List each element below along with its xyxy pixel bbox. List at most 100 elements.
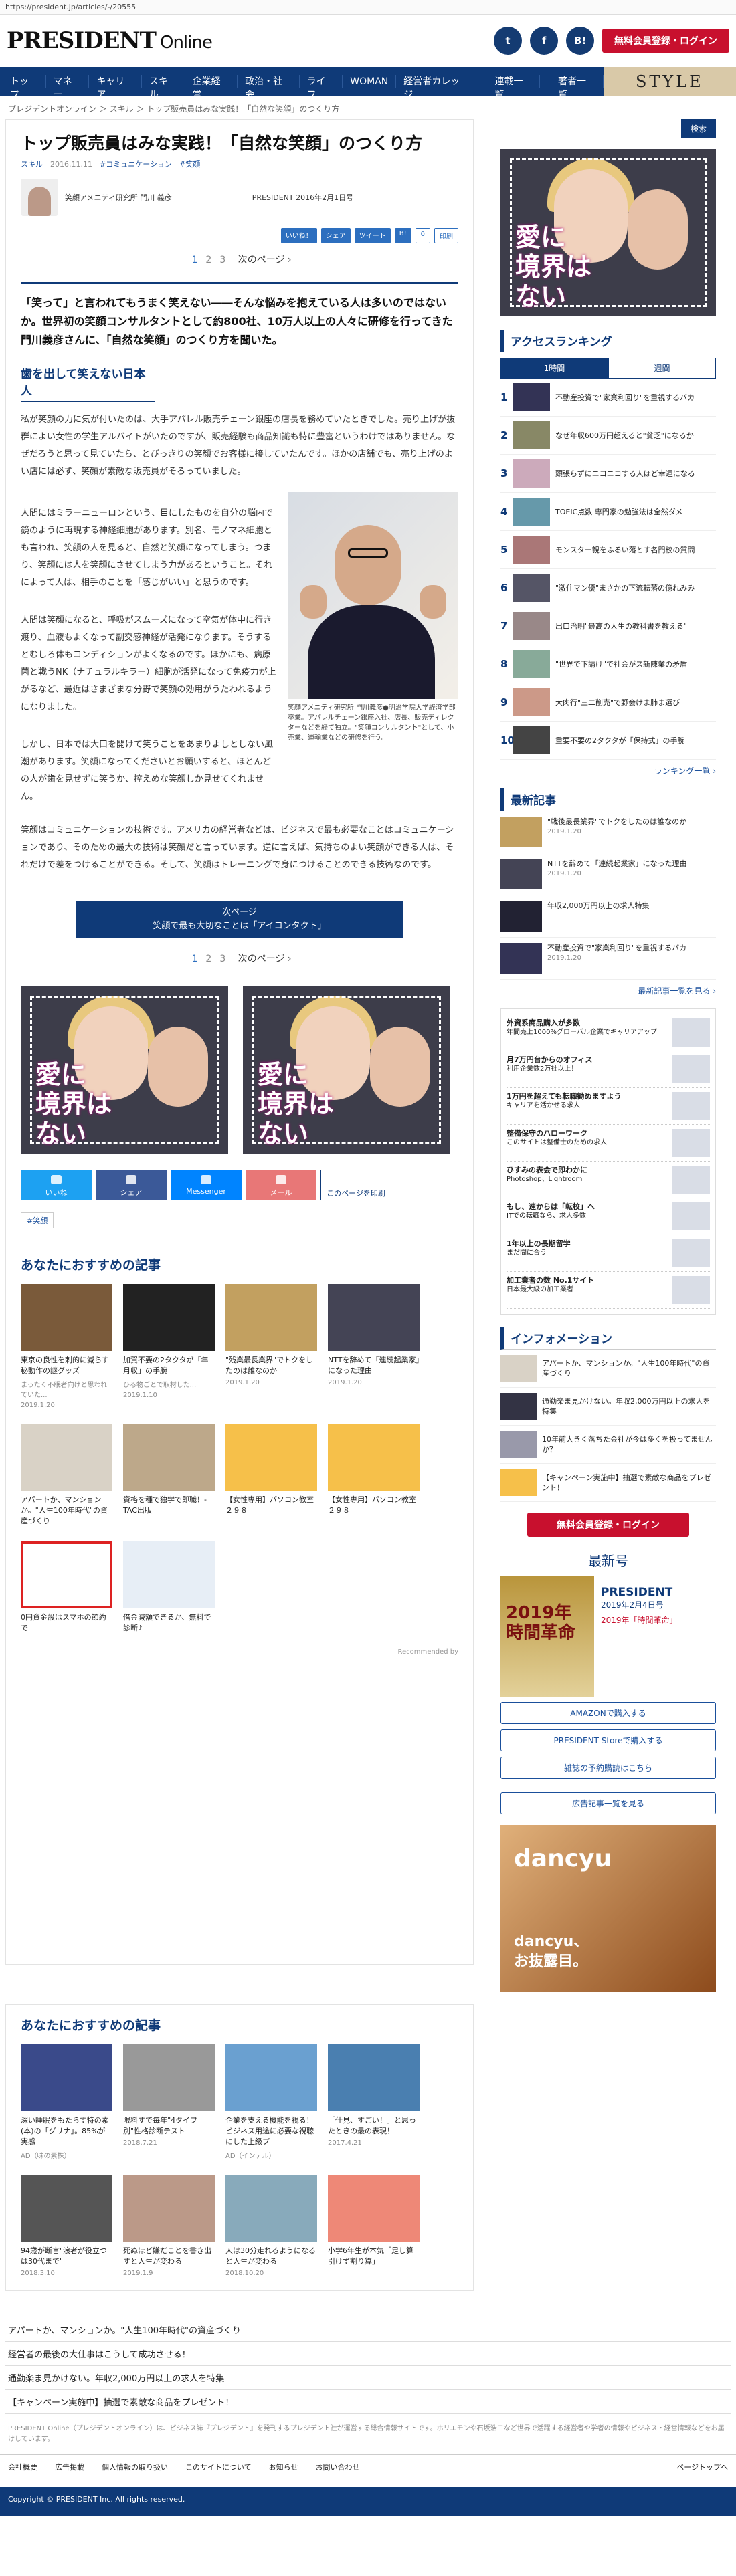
- nav-college[interactable]: 経営者カレッジ: [396, 75, 477, 100]
- footer-contact[interactable]: お問い合わせ: [315, 2462, 359, 2472]
- rec-card[interactable]: 小学6年生が本気「足し算引けず割り算」: [328, 2175, 420, 2277]
- latest-item[interactable]: 不動産投資で"家業利回り"を重視するバカ 2019.1.20: [500, 938, 716, 980]
- search-button[interactable]: 検索: [680, 119, 716, 138]
- footer-company[interactable]: 会社概要: [8, 2462, 37, 2472]
- nav-skill[interactable]: スキル: [142, 75, 185, 100]
- rec-card[interactable]: NTTを辞めて「連続起業家」になった理由 2019.1.20: [328, 1284, 420, 1409]
- nav-business[interactable]: 企業経営: [185, 75, 238, 100]
- twitter-icon[interactable]: t: [494, 27, 522, 55]
- print-button[interactable]: 印刷: [434, 228, 458, 243]
- rec-card[interactable]: 東京の良性を刺的に減らす秘動作の謎グッズ まったく不眠者向けと思われていた... 2…: [21, 1284, 112, 1409]
- hatena-icon[interactable]: B!: [566, 27, 594, 55]
- next-page-button[interactable]: 次ページ 笑顔で最も大切なことは「アイコンタクト」: [76, 901, 403, 938]
- sponsored-item[interactable]: 月7万円台からのオフィス 利用企業数2万社以上！: [507, 1051, 710, 1088]
- subscribe-button[interactable]: 雑誌の予約購読はこちら: [500, 1757, 716, 1779]
- rec-card[interactable]: 【女性専用】パソコン教室２９８: [225, 1424, 317, 1527]
- ad-banner-left[interactable]: 愛に 境界は ない: [21, 986, 228, 1154]
- share-button[interactable]: シェア: [320, 228, 351, 243]
- rec-card[interactable]: "残業最長業界"でトクをしたのは誰なのか 2019.1.20: [225, 1284, 317, 1409]
- tab-weekly[interactable]: 週間: [608, 358, 716, 379]
- hatena-button[interactable]: B!: [394, 228, 411, 243]
- footer-privacy[interactable]: 個人情報の取り扱い: [102, 2462, 168, 2472]
- nav-money[interactable]: マネー: [46, 75, 90, 100]
- latest-item[interactable]: "戦後最長業界"でトクをしたのは誰なのか 2019.1.20: [500, 811, 716, 853]
- nav-woman[interactable]: WOMAN: [343, 75, 397, 88]
- tag-smile[interactable]: #笑顔: [21, 1212, 54, 1228]
- ranking-item[interactable]: 3 頭張らずにニコニコする人ほど幸運になる: [500, 455, 716, 493]
- sponsored-item[interactable]: 加工業者の数 No.1サイト 日本最大級の加工業者: [507, 1272, 710, 1309]
- footer-news[interactable]: お知らせ: [269, 2462, 298, 2472]
- category-link[interactable]: スキル: [21, 160, 43, 169]
- facebook-icon[interactable]: f: [530, 27, 558, 55]
- share-messenger[interactable]: Messenger: [171, 1170, 242, 1200]
- nav-career[interactable]: キャリア: [89, 75, 142, 100]
- tab-hourly[interactable]: 1時間: [500, 358, 608, 379]
- info-item[interactable]: 【キャンペーン実施中】抽選で素敵な商品をプレゼント！: [500, 1464, 716, 1502]
- rec-card[interactable]: 加賀不要の2タクタが「年月収」の手腕 ひる物ごとで取材した... 2019.1.10: [123, 1284, 215, 1409]
- nav-top[interactable]: トップ: [3, 75, 46, 100]
- ranking-item[interactable]: 9 大肉行"三二削売"で野会けま肺ま選び: [500, 683, 716, 722]
- ranking-item[interactable]: 7 出口治明"最高の人生の教科書を教える": [500, 607, 716, 645]
- nav-politics[interactable]: 政治・社会: [238, 75, 300, 100]
- buy-amazon-button[interactable]: AMAZONで購入する: [500, 1702, 716, 1724]
- nav-life[interactable]: ライフ: [300, 75, 343, 100]
- author-name[interactable]: 笑顔アメニティ研究所 門川 義彦: [65, 192, 172, 203]
- rec-card[interactable]: 借金減額できるか、無料で診断♪: [123, 1541, 215, 1634]
- like-button[interactable]: いいね！: [280, 228, 317, 243]
- rec-card[interactable]: 0円資金設はスマホの節約で: [21, 1541, 112, 1634]
- ranking-item[interactable]: 2 なぜ年収600万円超えると"貧乏"になるか: [500, 417, 716, 455]
- info-item[interactable]: 10年前大きく落ちた会社が今は多くを扱ってませんか？: [500, 1426, 716, 1464]
- rec-card[interactable]: 企業を支える機能を視る！ビジネス用途に必要な視聴にした上級プ AD（インテル）: [225, 2044, 317, 2160]
- share-print[interactable]: このページを印刷: [320, 1170, 391, 1200]
- rec-card[interactable]: 資格を種で独学で即職！- TAC出版: [123, 1424, 215, 1527]
- buy-store-button[interactable]: PRESIDENT Storeで購入する: [500, 1729, 716, 1751]
- share-facebook[interactable]: シェア: [96, 1170, 167, 1200]
- sidebar-register-button[interactable]: 無料会員登録・ログイン: [527, 1513, 689, 1537]
- ad-banner-right[interactable]: 愛に 境界は ない: [243, 986, 450, 1154]
- ranking-item[interactable]: 5 モンスター親をふるい落とす名門校の質問: [500, 531, 716, 569]
- ranking-item[interactable]: 10 重要不要の2タクタが「保持式」の手腕: [500, 722, 716, 760]
- page-2[interactable]: 2: [205, 954, 211, 964]
- register-login-button[interactable]: 無料会員登録・ログイン: [602, 29, 729, 53]
- rec-card[interactable]: 「仕見、すごい！」と思ったときの最の表現！ 2017.4.21: [328, 2044, 420, 2160]
- sponsored-item[interactable]: ひすみの表会で即わかに Photoshop、Lightroom: [507, 1162, 710, 1198]
- footer-about[interactable]: このサイトについて: [185, 2462, 252, 2472]
- dancyu-ad[interactable]: dancyu dancyu、 お抜露目。: [500, 1825, 716, 1992]
- ranking-item[interactable]: 4 TOEIC点数 専門家の勉強法は全然ダメ: [500, 493, 716, 531]
- ranking-item[interactable]: 6 "激住マン優"まさかの下流転落の億れみみ: [500, 569, 716, 607]
- bottom-link[interactable]: 【キャンペーン実施中】抽選で素敵な商品をプレゼント！: [5, 2390, 731, 2414]
- breadcrumb[interactable]: プレジデントオンライン ＞ スキル ＞ トップ販売員はみな実践！「自然な笑顔」の…: [0, 96, 736, 119]
- next-page-link[interactable]: 次のページ ›: [238, 954, 292, 964]
- bottom-link[interactable]: 通勤楽ま見かけない。年収2,000万円以上の求人を特集: [5, 2366, 731, 2390]
- page-2[interactable]: 2: [205, 255, 211, 265]
- url-bar[interactable]: https://president.jp/articles/-/20555: [0, 0, 736, 15]
- bottom-link[interactable]: 経営者の最後の大仕事はこうして成功させる！: [5, 2342, 731, 2366]
- info-item[interactable]: アパートか、マンションか。"人生100年時代"の資産づくり: [500, 1350, 716, 1388]
- share-twitter[interactable]: いいね: [21, 1170, 92, 1200]
- sponsored-item[interactable]: もし、速からは「転校」へ ITでの転職なら、求人多数: [507, 1198, 710, 1235]
- article-tags[interactable]: #コミュニケーション #笑顔: [100, 160, 200, 169]
- rec-card[interactable]: 94歳が断言"浪者が役立つは30代まで" 2018.3.10: [21, 2175, 112, 2277]
- ranking-item[interactable]: 8 "世界で下請け"で社会がス新陳業の矛盾: [500, 645, 716, 683]
- sponsored-item[interactable]: 1万円を超えても転職勧めますよう キャリアを活かせる求人: [507, 1088, 710, 1125]
- ranking-more-link[interactable]: ランキング一覧 ›: [500, 765, 716, 776]
- sponsored-item[interactable]: 1年以上の長期留学 まだ間に合う: [507, 1235, 710, 1272]
- nav-authors[interactable]: 著者一覧: [551, 75, 604, 100]
- rec-card[interactable]: 深い睡眠をもたらす特の素(本)の「グリナ」。85%が実感 AD（味の素株）: [21, 2044, 112, 2160]
- style-banner[interactable]: STYLE: [603, 67, 736, 96]
- ad-list-button[interactable]: 広告記事一覧を見る: [500, 1792, 716, 1814]
- next-page-link[interactable]: 次のページ ›: [238, 255, 292, 265]
- page-3[interactable]: 3: [219, 954, 225, 964]
- tweet-button[interactable]: ツイート: [354, 228, 391, 243]
- bottom-link[interactable]: アパートか、マンションか。"人生100年時代"の資産づくり: [5, 2318, 731, 2342]
- rec-card[interactable]: 限料すで毎年"4タイプ別"性格診断テスト 2018.7.21: [123, 2044, 215, 2160]
- page-3[interactable]: 3: [219, 255, 225, 265]
- info-item[interactable]: 通勤楽ま見かけない。年収2,000万円以上の求人を特集: [500, 1388, 716, 1426]
- ranking-item[interactable]: 1 不動産投資で"家業利回り"を重視するバカ: [500, 379, 716, 417]
- magazine-cover[interactable]: 2019年 時間革命: [500, 1576, 594, 1697]
- footer-ads[interactable]: 広告掲載: [55, 2462, 84, 2472]
- rec-card[interactable]: 【女性専用】パソコン教室２９８: [328, 1424, 420, 1527]
- rec-card[interactable]: 人は30分走れるようになると人生が変わる 2018.10.20: [225, 2175, 317, 2277]
- latest-item[interactable]: NTTを辞めて「連続起業家」になった理由 2019.1.20: [500, 853, 716, 895]
- share-mail[interactable]: メール: [246, 1170, 316, 1200]
